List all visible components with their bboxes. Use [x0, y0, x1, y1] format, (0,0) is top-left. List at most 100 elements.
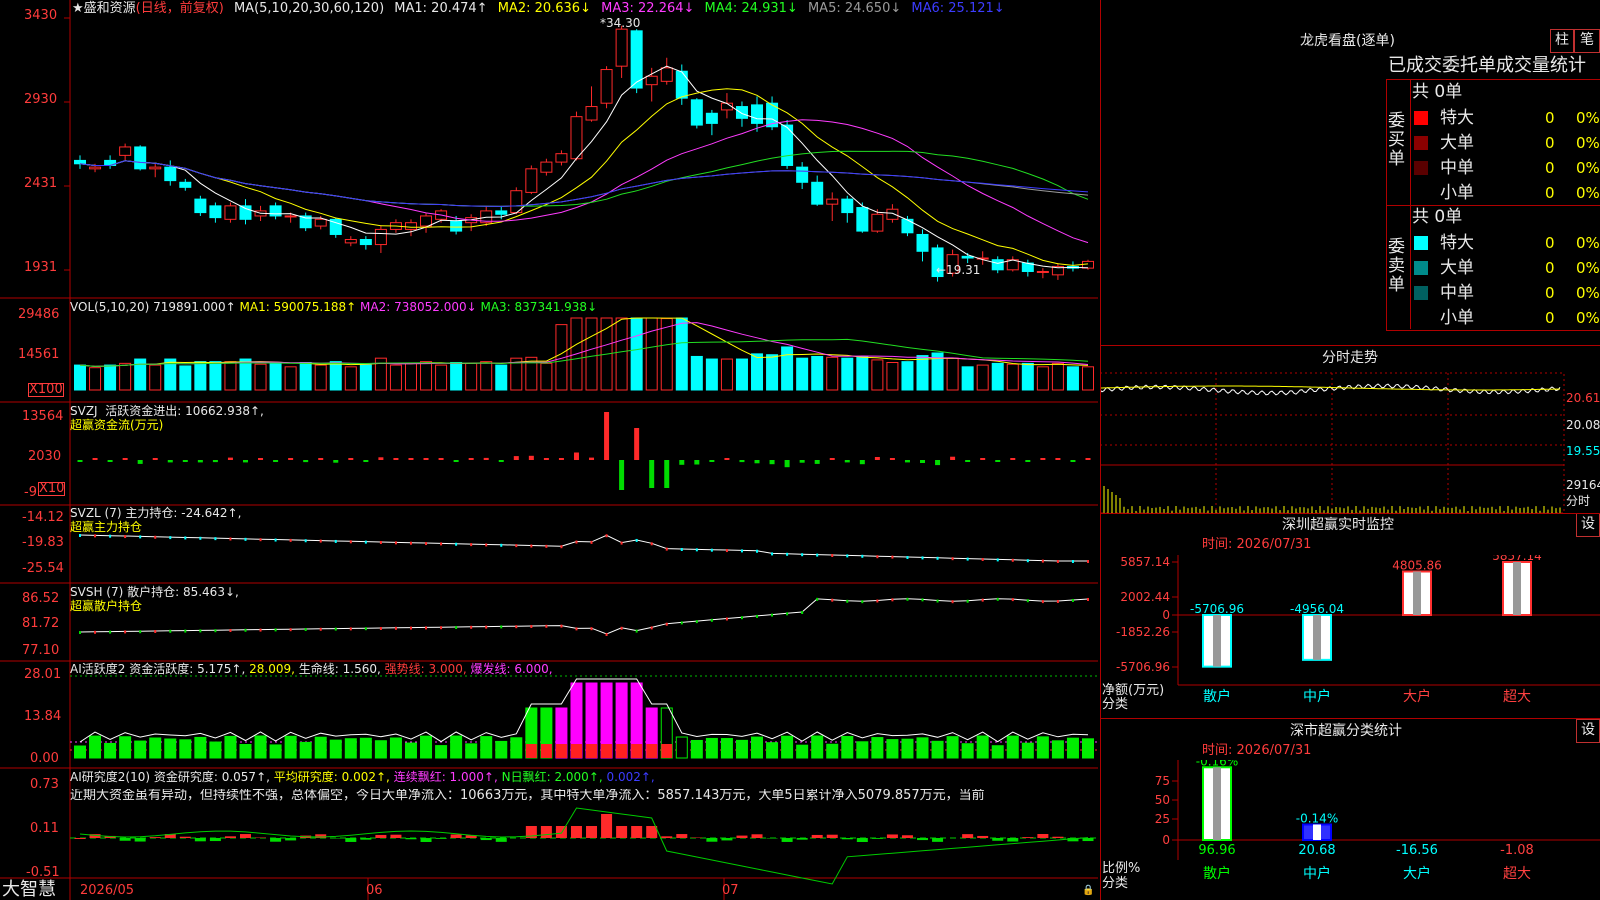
- activity-bar: [1006, 735, 1019, 759]
- order-row-label: 特大: [1440, 108, 1474, 128]
- classify-settings-button[interactable]: 设: [1576, 719, 1600, 743]
- svzl-dot: [846, 554, 849, 558]
- activity-bar: [134, 740, 147, 759]
- svzl-dot: [394, 541, 397, 545]
- volume-bar: [359, 364, 372, 391]
- candle: [284, 215, 297, 218]
- flow-bar: [483, 457, 489, 460]
- research-bar: [194, 838, 206, 842]
- svzl-dot: [816, 553, 819, 557]
- monitor-chart[interactable]: 5857.14 2002.44 0 -1852.26 -5706.96 -5706.96 散…: [1100, 555, 1600, 710]
- activity-bar: [705, 737, 718, 759]
- svsh-dot: [740, 616, 743, 620]
- svzl-dot: [876, 555, 879, 559]
- flow-bar: [333, 460, 339, 463]
- svsh-dot: [124, 630, 127, 634]
- candle: [314, 218, 327, 227]
- research-bar: [901, 835, 913, 838]
- activity-base: [661, 744, 673, 758]
- activity-bar: [1051, 740, 1064, 759]
- svsh-dot: [515, 625, 518, 629]
- svzl-header: SVZL (7) 主力持仓: -24.642↑,: [70, 506, 242, 520]
- order-row-pct: 0%: [1576, 234, 1600, 252]
- svzl-dot: [590, 540, 593, 544]
- intraday-price-2: 19.55: [1566, 444, 1600, 458]
- ytick-svsh-1: 81.72: [22, 616, 60, 631]
- research-bar: [661, 836, 673, 838]
- flow-bar: [227, 457, 233, 460]
- candle: [164, 166, 177, 182]
- ytick-svzl-0: -14.12: [22, 510, 64, 525]
- svsh-dot: [605, 633, 608, 636]
- research-bar: [1052, 836, 1064, 838]
- flow-bar: [1010, 458, 1016, 460]
- ma-line-60: [79, 160, 1089, 207]
- volume-bar: [450, 361, 463, 391]
- bar-mode-button[interactable]: 柱: [1550, 29, 1574, 53]
- activity-base: [555, 744, 567, 758]
- classify-chart[interactable]: 75 50 25 0 -0.16% 96.96 散户 -0.14% 20.68 中户 -16.56 大…: [1100, 760, 1600, 900]
- ytick-svzl-1: -19.83: [22, 535, 64, 550]
- svzj-unit-badge[interactable]: X10: [38, 482, 66, 496]
- research-bar: [796, 838, 808, 840]
- volume-bar: [615, 317, 628, 391]
- brand-logo: 大智慧: [2, 879, 56, 900]
- lock-icon[interactable]: 🔒: [1082, 884, 1094, 898]
- candlestick-series[interactable]: [74, 25, 1094, 282]
- flow-bar: [724, 458, 730, 460]
- svsh-dot: [455, 626, 458, 629]
- svsh-dot: [906, 597, 909, 601]
- ytick-svzj-0: 13564: [22, 409, 64, 424]
- sell-total: 共 0单: [1412, 207, 1463, 227]
- ai2-header: AI研究度2(10) 资金研究度: 0.057↑, 平均研究度: 0.002↑,…: [70, 770, 655, 784]
- candle: [751, 104, 764, 124]
- volume-bars[interactable]: [74, 317, 1094, 391]
- ytick-ai2-0: 0.73: [30, 777, 59, 792]
- candle: [149, 166, 162, 170]
- svsh-dot: [861, 600, 864, 604]
- classify-bar-label: 超大: [1503, 866, 1531, 882]
- activity-bar: [766, 742, 779, 759]
- volume-bar: [194, 361, 207, 391]
- monitor-bar-shade: [1313, 615, 1321, 660]
- candle: [74, 159, 86, 165]
- svzl-dot: [936, 556, 939, 560]
- volume-bar: [89, 367, 102, 391]
- kline-chart-area[interactable]: [0, 0, 1100, 900]
- research-bar: [676, 834, 688, 838]
- activity-bar: [194, 736, 207, 759]
- candle: [374, 228, 387, 246]
- classify-bar-label: 大户: [1403, 865, 1431, 882]
- tick-mode-button[interactable]: 笔: [1574, 29, 1600, 53]
- right-divider-1: [1100, 345, 1600, 346]
- monitor-settings-button[interactable]: 设: [1576, 513, 1600, 537]
- activity-base: [540, 744, 552, 758]
- svzl-dot: [349, 540, 352, 544]
- research-bar: [420, 838, 432, 842]
- activity-bar: [510, 737, 523, 759]
- period-mode[interactable]: (日线，前复权): [136, 1, 224, 16]
- research-bar: [345, 838, 357, 842]
- order-row-count: 0: [1545, 159, 1555, 177]
- volume-bar: [781, 346, 794, 391]
- intraday-chart[interactable]: [1100, 345, 1600, 515]
- flow-bar: [1040, 458, 1046, 460]
- classify-bar-shade: [1313, 824, 1321, 840]
- monitor-ytick-label: 0: [1162, 608, 1170, 622]
- svzl-sub: 超赢主力持仓: [70, 520, 143, 534]
- research-bar: [886, 834, 898, 838]
- monitor-ytick-label: 2002.44: [1120, 590, 1170, 604]
- svsh-dot: [154, 630, 157, 633]
- research-bar: [134, 838, 146, 842]
- ytick-svsh-2: 77.10: [22, 643, 60, 658]
- activity-bar: [89, 735, 102, 759]
- activity-bar: [119, 736, 132, 759]
- volume-bar: [630, 317, 643, 391]
- vol-unit-badge[interactable]: X100: [28, 383, 64, 397]
- svsh-dot: [139, 630, 142, 634]
- candle: [961, 255, 974, 259]
- candle: [600, 69, 613, 104]
- svsh-dot: [1056, 599, 1059, 603]
- buy-side-label: 委买单: [1388, 111, 1405, 169]
- monitor-bar-label: 大户: [1403, 688, 1431, 705]
